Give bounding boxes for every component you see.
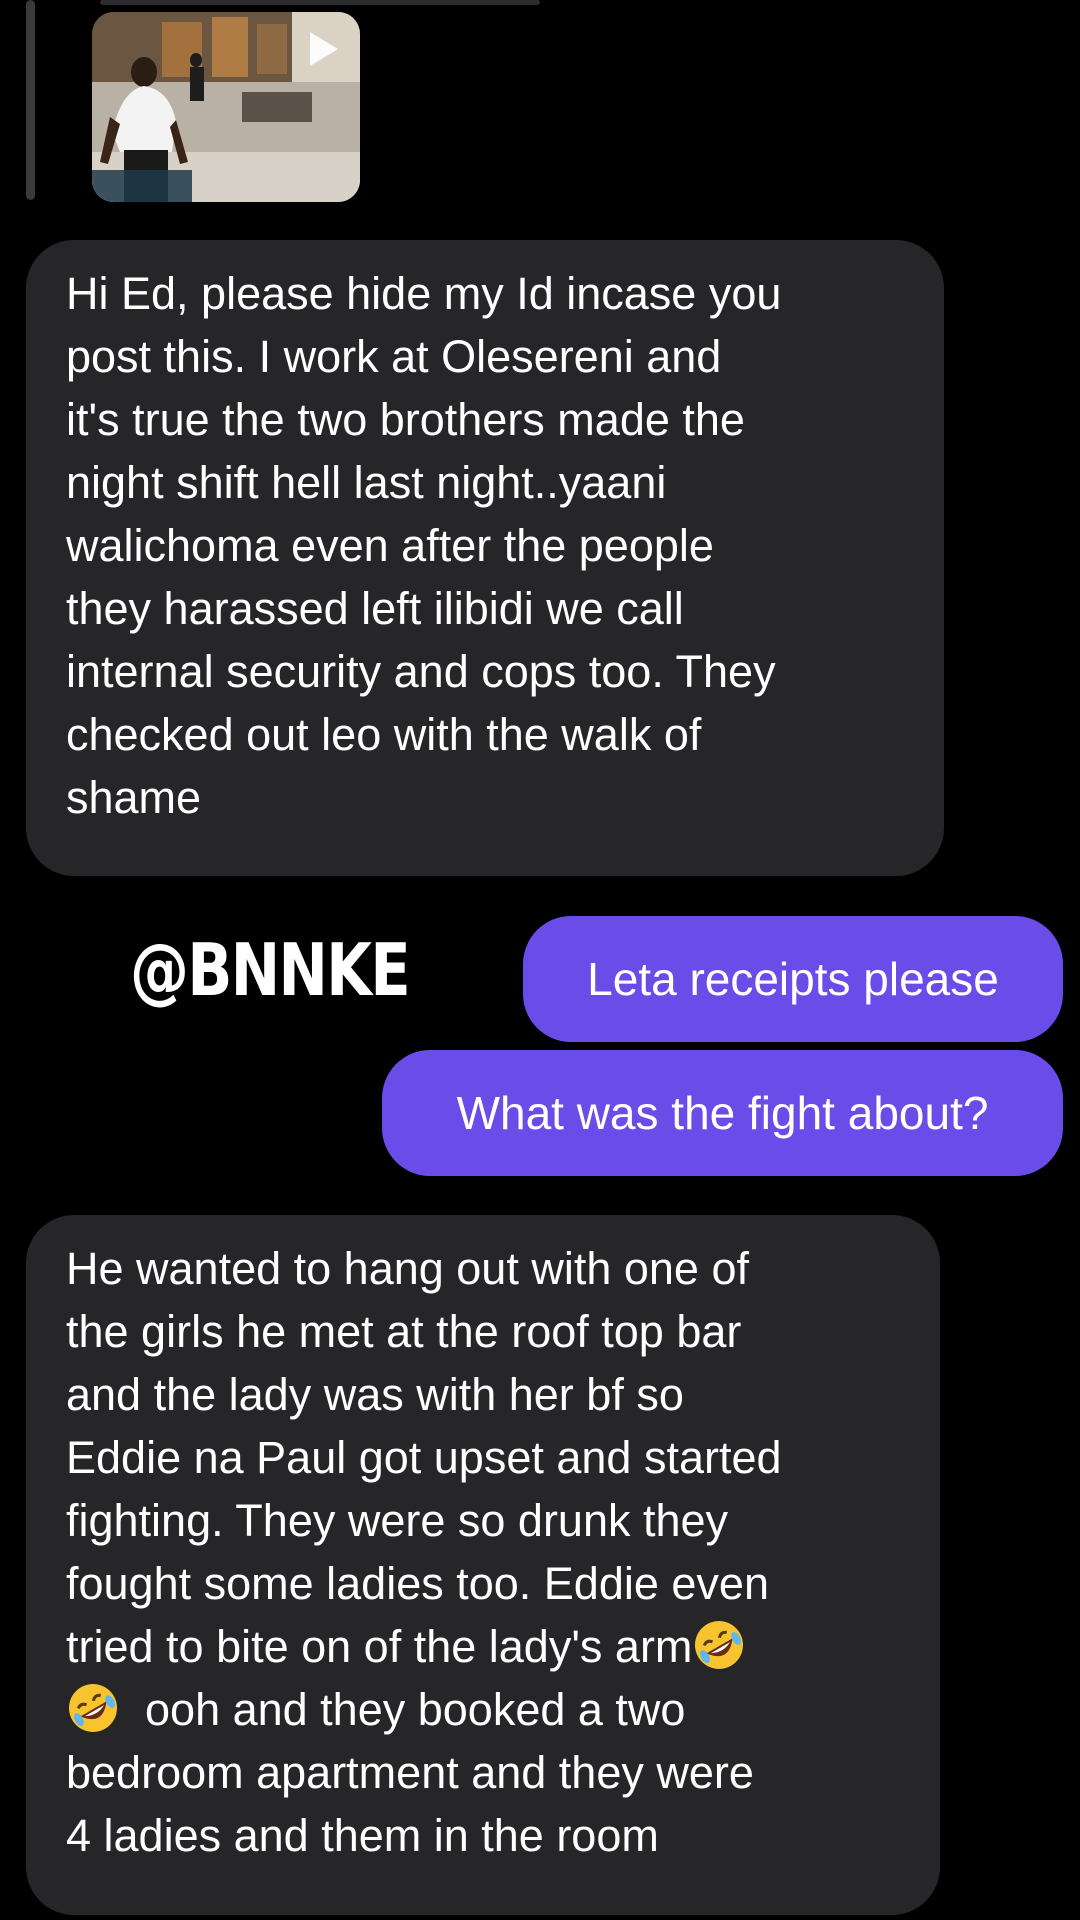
incoming-message-bubble[interactable]: Hi Ed, please hide my Id incase you post… <box>26 240 944 876</box>
message-line-with-emoji: tried to bite on of the lady's arm <box>66 1615 900 1678</box>
message-text: What was the fight about? <box>456 1086 989 1139</box>
message-line: it's true the two brothers made the <box>66 394 745 445</box>
message-line: night shift hell last night..yaani <box>66 457 667 508</box>
rolling-on-floor-laughing-emoji <box>695 1621 744 1669</box>
video-attachment-thumbnail[interactable] <box>92 12 360 202</box>
message-text: tried to bite on of the lady's arm <box>66 1621 693 1672</box>
message-line: Eddie na Paul got upset and started <box>66 1432 782 1483</box>
message-line: bedroom apartment and they were <box>66 1747 754 1798</box>
message-line: post this. I work at Olesereni and <box>66 331 722 382</box>
message-line: shame <box>66 772 202 823</box>
message-line: walichoma even after the people <box>66 520 714 571</box>
message-text: ooh and they booked a two <box>145 1684 686 1735</box>
reply-thread-bar <box>26 0 35 200</box>
outgoing-message-bubble[interactable]: Leta receipts please <box>523 916 1063 1042</box>
previous-message-edge <box>100 0 540 5</box>
message-line: checked out leo with the walk of <box>66 709 702 760</box>
play-icon <box>310 32 338 66</box>
incoming-message-bubble[interactable]: He wanted to hang out with one of the gi… <box>26 1215 940 1915</box>
message-line-with-emoji: ooh and they booked a two <box>66 1678 900 1741</box>
message-text: Leta receipts please <box>587 952 999 1005</box>
message-line: fighting. They were so drunk they <box>66 1495 729 1546</box>
message-line: the girls he met at the roof top bar <box>66 1306 742 1357</box>
message-line: He wanted to hang out with one of <box>66 1243 749 1294</box>
message-line: they harassed left ilibidi we call <box>66 583 684 634</box>
watermark: @BNNKE <box>130 928 411 1012</box>
rolling-on-floor-laughing-emoji <box>69 1684 117 1732</box>
outgoing-message-bubble[interactable]: What was the fight about? <box>382 1050 1063 1176</box>
message-line: 4 ladies and them in the room <box>66 1810 659 1861</box>
message-line: and the lady was with her bf so <box>66 1369 684 1420</box>
message-line: Hi Ed, please hide my Id incase you <box>66 268 782 319</box>
message-line: internal security and cops too. They <box>66 646 776 697</box>
message-line: fought some ladies too. Eddie even <box>66 1558 769 1609</box>
